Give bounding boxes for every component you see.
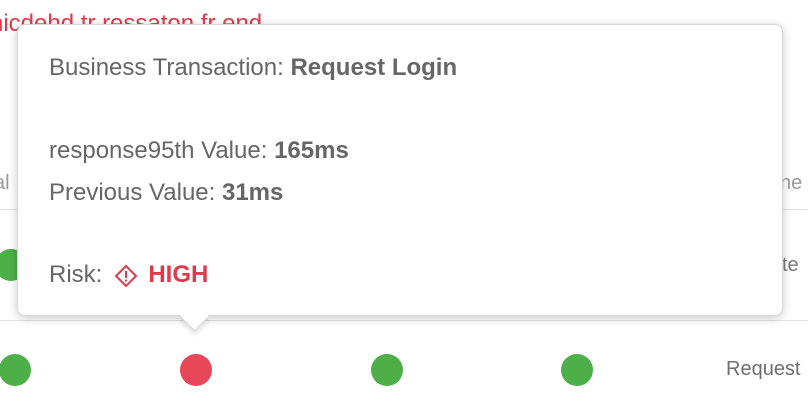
business-transaction-line: Business Transaction: Request Login <box>49 54 457 82</box>
risk-line: Risk: HIGH <box>49 261 208 289</box>
metric-label: response95th Value: <box>49 137 268 164</box>
metric-line: response95th Value: 165ms <box>49 137 349 165</box>
status-dot-red[interactable] <box>180 354 212 386</box>
row-label-fragment: te <box>782 254 799 276</box>
row-label[interactable]: Request <box>726 358 801 381</box>
previous-value: 31ms <box>221 179 284 206</box>
column-header-fragment-right: ne <box>780 172 803 194</box>
tooltip-pointer <box>179 301 210 332</box>
risk-label: Risk: <box>49 261 103 288</box>
status-dot-green[interactable] <box>0 354 31 386</box>
previous-value-line: Previous Value: 31ms <box>49 179 283 207</box>
business-transaction-label: Business Transaction: <box>49 54 284 81</box>
business-transaction-value: Request Login <box>290 54 458 81</box>
risk-tooltip: Business Transaction: Request Login resp… <box>17 24 783 332</box>
table-row-divider <box>0 320 808 321</box>
column-header-fragment-left: al <box>0 172 10 194</box>
status-dot-green[interactable] <box>371 354 403 386</box>
status-dot-green[interactable] <box>561 354 593 386</box>
risk-level: HIGH <box>148 261 209 288</box>
warning-diamond-icon <box>114 264 138 288</box>
metric-value: 165ms <box>274 137 349 164</box>
previous-value-label: Previous Value: <box>49 179 216 206</box>
